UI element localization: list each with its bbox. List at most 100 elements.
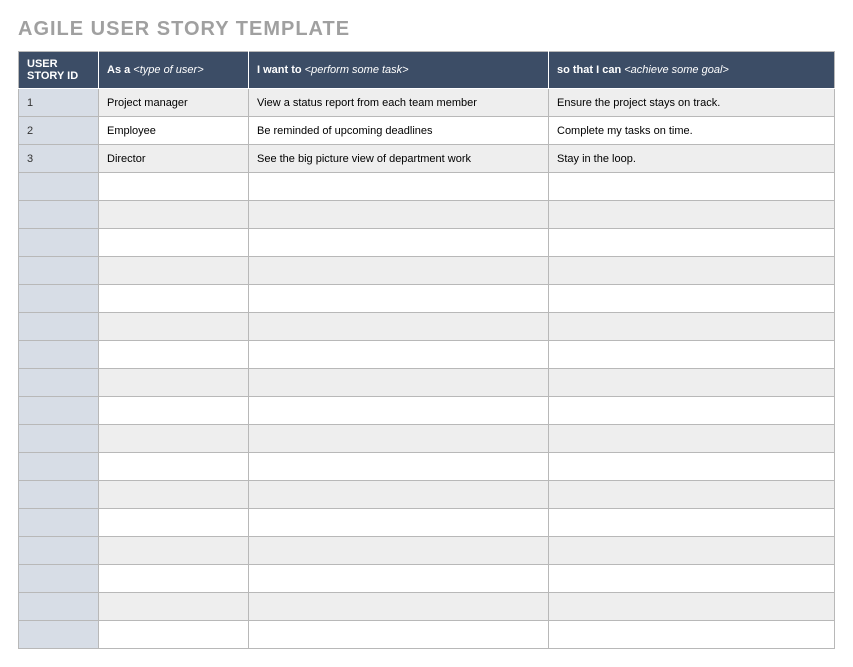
cell-id[interactable]	[19, 565, 99, 593]
cell-as[interactable]	[99, 285, 249, 313]
header-sothat-prefix: so that I can	[557, 64, 624, 76]
cell-id[interactable]	[19, 201, 99, 229]
cell-want[interactable]	[249, 621, 549, 649]
table-body: 1Project managerView a status report fro…	[19, 89, 835, 649]
cell-want[interactable]: View a status report from each team memb…	[249, 89, 549, 117]
cell-want[interactable]	[249, 537, 549, 565]
cell-id[interactable]	[19, 425, 99, 453]
cell-as[interactable]	[99, 229, 249, 257]
cell-id[interactable]	[19, 509, 99, 537]
cell-sothat[interactable]	[549, 313, 835, 341]
table-row	[19, 285, 835, 313]
cell-id[interactable]: 2	[19, 117, 99, 145]
header-as-hint: <type of user>	[133, 64, 203, 76]
cell-as[interactable]	[99, 565, 249, 593]
cell-id[interactable]	[19, 481, 99, 509]
cell-sothat[interactable]	[549, 565, 835, 593]
cell-sothat[interactable]	[549, 173, 835, 201]
table-row	[19, 453, 835, 481]
cell-want[interactable]: See the big picture view of department w…	[249, 145, 549, 173]
cell-want[interactable]	[249, 229, 549, 257]
cell-id[interactable]	[19, 285, 99, 313]
table-row	[19, 229, 835, 257]
cell-id[interactable]	[19, 621, 99, 649]
cell-as[interactable]	[99, 201, 249, 229]
cell-as[interactable]	[99, 257, 249, 285]
header-sothat-hint: <achieve some goal>	[624, 64, 729, 76]
page-title: AGILE USER STORY TEMPLATE	[18, 18, 835, 41]
cell-sothat[interactable]	[549, 257, 835, 285]
cell-want[interactable]	[249, 201, 549, 229]
cell-want[interactable]	[249, 565, 549, 593]
table-row: 1Project managerView a status report fro…	[19, 89, 835, 117]
cell-sothat[interactable]: Stay in the loop.	[549, 145, 835, 173]
cell-want[interactable]	[249, 173, 549, 201]
cell-want[interactable]	[249, 509, 549, 537]
cell-id[interactable]	[19, 341, 99, 369]
cell-as[interactable]: Director	[99, 145, 249, 173]
cell-as[interactable]	[99, 509, 249, 537]
cell-sothat[interactable]: Ensure the project stays on track.	[549, 89, 835, 117]
cell-want[interactable]	[249, 481, 549, 509]
table-row	[19, 173, 835, 201]
cell-id[interactable]	[19, 229, 99, 257]
cell-want[interactable]	[249, 425, 549, 453]
table-row	[19, 481, 835, 509]
cell-as[interactable]	[99, 537, 249, 565]
cell-as[interactable]	[99, 593, 249, 621]
cell-as[interactable]	[99, 341, 249, 369]
cell-as[interactable]	[99, 369, 249, 397]
cell-want[interactable]	[249, 453, 549, 481]
cell-sothat[interactable]	[549, 425, 835, 453]
cell-id[interactable]	[19, 397, 99, 425]
cell-id[interactable]: 1	[19, 89, 99, 117]
cell-sothat[interactable]	[549, 397, 835, 425]
cell-id[interactable]	[19, 453, 99, 481]
cell-sothat[interactable]	[549, 201, 835, 229]
cell-id[interactable]	[19, 537, 99, 565]
cell-sothat[interactable]	[549, 481, 835, 509]
cell-sothat[interactable]	[549, 593, 835, 621]
cell-want[interactable]	[249, 369, 549, 397]
cell-sothat[interactable]: Complete my tasks on time.	[549, 117, 835, 145]
table-row	[19, 341, 835, 369]
header-want: I want to <perform some task>	[249, 52, 549, 89]
cell-sothat[interactable]	[549, 341, 835, 369]
cell-as[interactable]: Project manager	[99, 89, 249, 117]
cell-id[interactable]	[19, 257, 99, 285]
cell-sothat[interactable]	[549, 621, 835, 649]
cell-as[interactable]	[99, 397, 249, 425]
cell-sothat[interactable]	[549, 285, 835, 313]
cell-id[interactable]: 3	[19, 145, 99, 173]
table-row: 2EmployeeBe reminded of upcoming deadlin…	[19, 117, 835, 145]
cell-want[interactable]	[249, 257, 549, 285]
cell-as[interactable]	[99, 621, 249, 649]
cell-id[interactable]	[19, 173, 99, 201]
cell-sothat[interactable]	[549, 453, 835, 481]
user-story-table: USER STORY ID As a <type of user> I want…	[18, 51, 835, 649]
header-as: As a <type of user>	[99, 52, 249, 89]
cell-want[interactable]	[249, 593, 549, 621]
cell-want[interactable]	[249, 397, 549, 425]
cell-want[interactable]	[249, 285, 549, 313]
cell-as[interactable]	[99, 173, 249, 201]
cell-id[interactable]	[19, 593, 99, 621]
cell-want[interactable]: Be reminded of upcoming deadlines	[249, 117, 549, 145]
cell-sothat[interactable]	[549, 537, 835, 565]
header-id: USER STORY ID	[19, 52, 99, 89]
table-row	[19, 565, 835, 593]
cell-sothat[interactable]	[549, 369, 835, 397]
cell-want[interactable]	[249, 341, 549, 369]
table-row	[19, 425, 835, 453]
cell-sothat[interactable]	[549, 509, 835, 537]
cell-id[interactable]	[19, 369, 99, 397]
cell-id[interactable]	[19, 313, 99, 341]
cell-as[interactable]	[99, 313, 249, 341]
cell-as[interactable]	[99, 481, 249, 509]
cell-sothat[interactable]	[549, 229, 835, 257]
cell-as[interactable]	[99, 425, 249, 453]
cell-want[interactable]	[249, 313, 549, 341]
header-want-hint: <perform some task>	[305, 64, 409, 76]
cell-as[interactable]: Employee	[99, 117, 249, 145]
cell-as[interactable]	[99, 453, 249, 481]
